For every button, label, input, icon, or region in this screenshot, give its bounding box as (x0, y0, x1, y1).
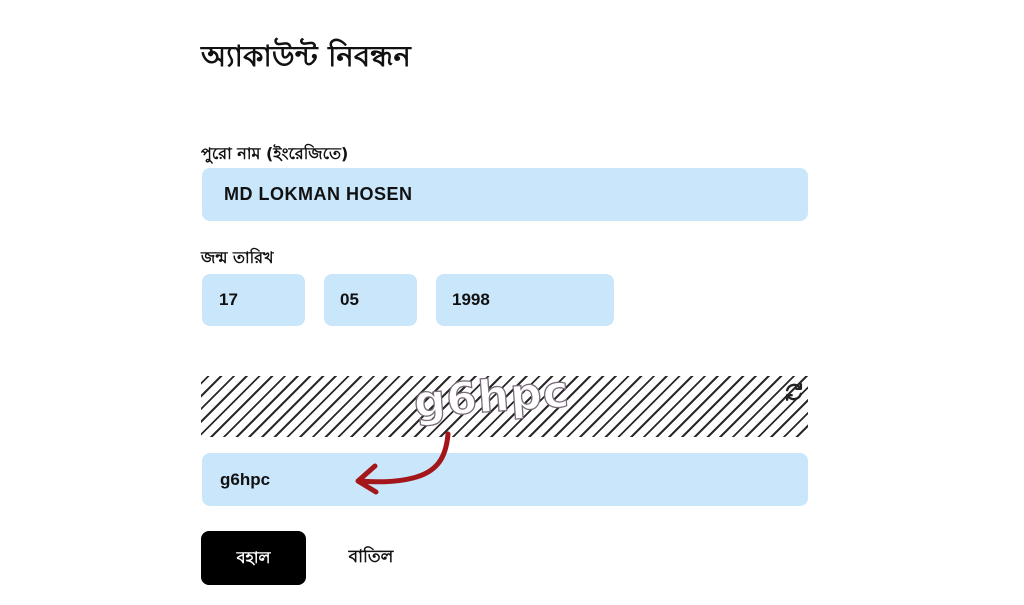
captcha-input[interactable]: g6hpc (202, 453, 808, 506)
page-title: অ্যাকাউন্ট নিবন্ধন (201, 39, 411, 73)
birth-month-field[interactable]: 05 (324, 274, 417, 326)
full-name-field[interactable]: MD LOKMAN HOSEN (202, 168, 808, 221)
captcha-image: g6hpc (201, 376, 808, 437)
birth-year-field[interactable]: 1998 (436, 274, 614, 326)
captcha-image-text: g6hpc (412, 376, 572, 429)
birth-day-field[interactable]: 17 (202, 274, 305, 326)
refresh-icon[interactable] (783, 381, 805, 403)
cancel-button[interactable]: বাতিল (335, 531, 407, 585)
date-of-birth-label: জন্ম তারিখ (201, 248, 274, 267)
full-name-label: পুরো নাম (ইংরেজিতে) (201, 144, 349, 163)
submit-button[interactable]: বহাল (201, 531, 306, 585)
